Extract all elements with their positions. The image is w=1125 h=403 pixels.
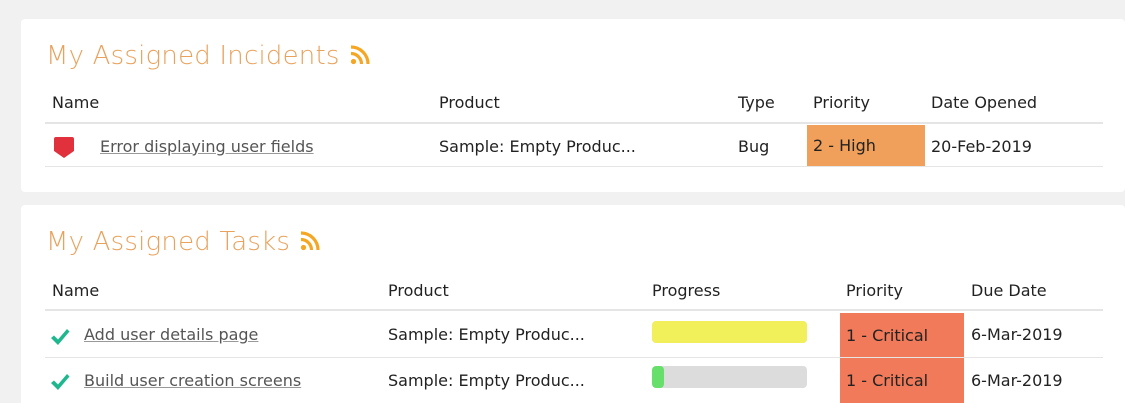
incidents-title-text: My Assigned Incidents	[46, 41, 340, 71]
task-priority-text: 1 - Critical	[846, 371, 929, 390]
tasks-header-divider	[45, 309, 1103, 311]
incidents-col-name[interactable]: Name	[52, 93, 99, 112]
task-name-link[interactable]: Build user creation screens	[84, 371, 301, 390]
progress-bar	[652, 366, 807, 388]
dashboard: My Assigned Incidents Name Product Type …	[0, 0, 1125, 403]
tasks-col-name[interactable]: Name	[52, 281, 99, 300]
progress-bar	[652, 321, 807, 343]
priority-badge: 2 - High	[807, 125, 925, 166]
tasks-col-priority[interactable]: Priority	[846, 281, 903, 300]
tasks-title-text: My Assigned Tasks	[46, 227, 291, 257]
rss-icon[interactable]	[300, 231, 320, 251]
bug-icon	[54, 137, 74, 158]
priority-badge: 1 - Critical	[840, 358, 964, 403]
check-icon	[51, 374, 70, 390]
task-priority-text: 1 - Critical	[846, 325, 929, 345]
progress-bar-fill	[652, 366, 665, 388]
priority-badge: 1 - Critical	[840, 313, 964, 357]
incidents-col-product[interactable]: Product	[439, 93, 500, 112]
incidents-header-divider	[45, 122, 1103, 124]
task-product: Sample: Empty Produc...	[388, 371, 585, 390]
task-due-date: 6-Mar-2019	[971, 371, 1063, 390]
task-due-date: 6-Mar-2019	[971, 325, 1063, 344]
check-icon	[51, 329, 70, 345]
incident-name-link[interactable]: Error displaying user fields	[100, 137, 314, 156]
incident-priority-text: 2 - High	[813, 136, 876, 155]
incident-type: Bug	[738, 137, 770, 156]
incidents-title: My Assigned Incidents	[46, 41, 370, 71]
task-product: Sample: Empty Produc...	[388, 325, 585, 344]
tasks-col-due-date[interactable]: Due Date	[971, 281, 1047, 300]
tasks-col-product[interactable]: Product	[388, 281, 449, 300]
row-divider	[45, 166, 1103, 167]
rss-icon[interactable]	[350, 45, 370, 65]
incident-product: Sample: Empty Produc...	[439, 137, 636, 156]
tasks-col-progress[interactable]: Progress	[652, 281, 720, 300]
incident-date-opened: 20-Feb-2019	[931, 137, 1032, 156]
tasks-panel: My Assigned Tasks Name Product Progress …	[21, 205, 1125, 403]
tasks-title: My Assigned Tasks	[46, 227, 320, 257]
incidents-panel: My Assigned Incidents Name Product Type …	[21, 19, 1125, 192]
task-name-link[interactable]: Add user details page	[84, 325, 258, 344]
incidents-col-type[interactable]: Type	[738, 93, 775, 112]
progress-bar-fill	[652, 321, 807, 343]
incidents-col-priority[interactable]: Priority	[813, 93, 870, 112]
incidents-col-date-opened[interactable]: Date Opened	[931, 93, 1037, 112]
